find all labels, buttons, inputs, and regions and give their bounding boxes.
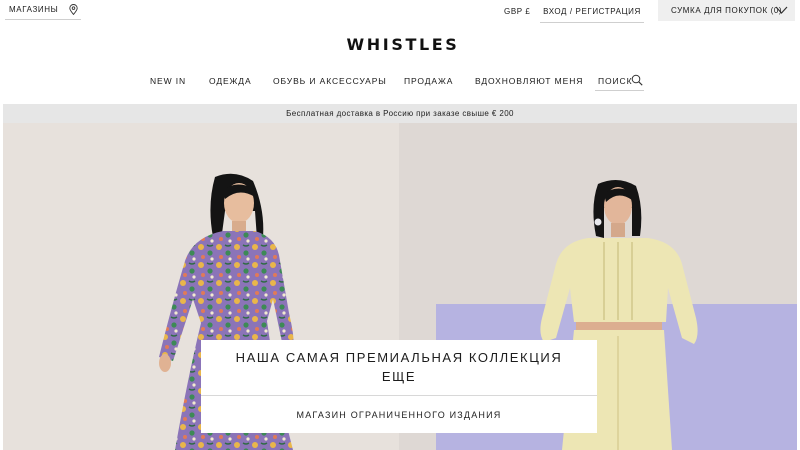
search-label: ПОИСК xyxy=(598,76,633,86)
map-pin-icon xyxy=(69,4,78,17)
stores-link[interactable]: МАГАЗИНЫ xyxy=(5,0,81,20)
free-delivery-banner[interactable]: Бесплатная доставка в Россию при заказе … xyxy=(3,104,797,123)
hero-headline-line-2: ЕЩЕ xyxy=(381,369,417,384)
free-delivery-text: Бесплатная доставка в Россию при заказе … xyxy=(286,109,514,118)
hero-headline: НАША САМАЯ ПРЕМИАЛЬНАЯ КОЛЛЕКЦИЯ ЕЩЕ xyxy=(201,348,597,386)
nav-item-shoes-accessories[interactable]: ОБУВЬ И АКСЕССУАРЫ xyxy=(273,76,387,86)
hero-text-card: НАША САМАЯ ПРЕМИАЛЬНАЯ КОЛЛЕКЦИЯ ЕЩЕ МАГ… xyxy=(201,340,597,433)
nav-item-clothing[interactable]: ОДЕЖДА xyxy=(209,76,252,86)
shopping-bag-button[interactable]: СУМКА ДЛЯ ПОКУПОК (0) xyxy=(658,0,795,21)
chevron-down-icon xyxy=(775,5,788,17)
stores-label: МАГАЗИНЫ xyxy=(9,5,59,14)
whistles-logo[interactable]: WHISTLES xyxy=(0,35,800,54)
nav-item-new-in[interactable]: NEW IN xyxy=(150,76,186,86)
nav-item-sale[interactable]: ПРОДАЖА xyxy=(404,76,453,86)
hero-headline-line-1: НАША САМАЯ ПРЕМИАЛЬНАЯ КОЛЛЕКЦИЯ xyxy=(235,350,563,365)
shopping-bag-label: СУМКА ДЛЯ ПОКУПОК (0) xyxy=(671,6,783,15)
nav-item-inspire-me[interactable]: ВДОХНОВЛЯЮТ МЕНЯ xyxy=(475,76,583,86)
login-register-link[interactable]: ВХОД / РЕГИСТРАЦИЯ xyxy=(540,0,644,23)
search-button[interactable]: ПОИСК xyxy=(595,71,644,91)
search-icon xyxy=(631,74,643,88)
shop-limited-edition-link[interactable]: МАГАЗИН ОГРАНИЧЕННОГО ИЗДАНИЯ xyxy=(201,396,597,433)
main-nav: NEW IN ОДЕЖДА ОБУВЬ И АКСЕССУАРЫ ПРОДАЖА… xyxy=(0,74,800,88)
currency-selector[interactable]: GBP £ xyxy=(504,7,530,16)
